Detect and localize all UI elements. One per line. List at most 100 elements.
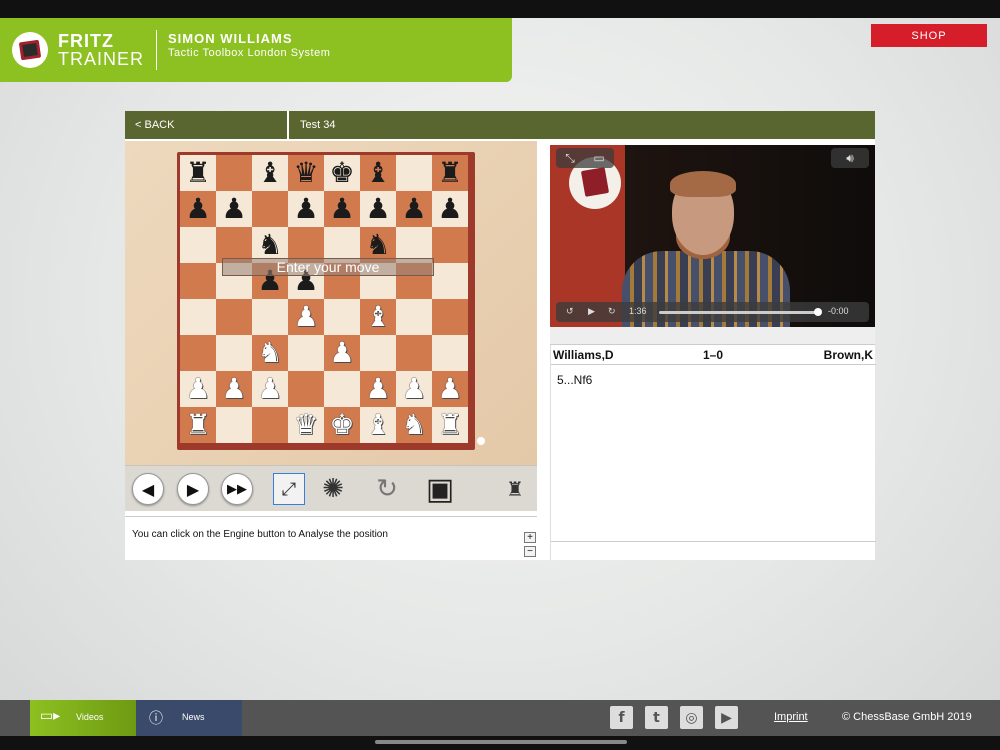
- square-d4[interactable]: ♟: [288, 299, 324, 335]
- square-b1[interactable]: [216, 407, 252, 443]
- black-knight-icon[interactable]: ♞: [365, 231, 390, 259]
- rewind-15-icon[interactable]: ↺: [566, 306, 574, 317]
- square-e2[interactable]: [324, 371, 360, 407]
- white-rook-icon[interactable]: ♜: [185, 411, 210, 439]
- back-arrow-button[interactable]: ◀: [132, 473, 164, 505]
- square-f3[interactable]: [360, 335, 396, 371]
- shop-button[interactable]: SHOP: [871, 24, 987, 47]
- square-e1[interactable]: ♚: [324, 407, 360, 443]
- white-pawn-icon[interactable]: ♟: [221, 375, 246, 403]
- square-a7[interactable]: ♟: [180, 191, 216, 227]
- square-c7[interactable]: [252, 191, 288, 227]
- square-g1[interactable]: ♞: [396, 407, 432, 443]
- white-pawn-icon[interactable]: ♟: [401, 375, 426, 403]
- white-pawn-icon[interactable]: ♟: [293, 303, 318, 331]
- white-bishop-icon[interactable]: ♝: [365, 411, 390, 439]
- zoom-in-button[interactable]: +: [524, 532, 536, 543]
- video-scrubber[interactable]: [659, 311, 821, 314]
- scrubber-thumb[interactable]: [813, 308, 822, 316]
- flip-board-button[interactable]: ↻: [371, 473, 403, 505]
- tab-news[interactable]: ⓘ News: [136, 700, 242, 736]
- square-h2[interactable]: ♟: [432, 371, 468, 407]
- square-a2[interactable]: ♟: [180, 371, 216, 407]
- white-queen-icon[interactable]: ♛: [293, 411, 318, 439]
- square-g3[interactable]: [396, 335, 432, 371]
- white-pawn-icon[interactable]: ♟: [257, 375, 282, 403]
- square-b8[interactable]: [216, 155, 252, 191]
- twitter-icon[interactable]: t: [645, 706, 668, 729]
- square-g8[interactable]: [396, 155, 432, 191]
- black-queen-icon[interactable]: ♛: [293, 159, 318, 187]
- square-h4[interactable]: [432, 299, 468, 335]
- square-b7[interactable]: ♟: [216, 191, 252, 227]
- engine-button[interactable]: ✺: [317, 473, 349, 505]
- square-b2[interactable]: ♟: [216, 371, 252, 407]
- square-g4[interactable]: [396, 299, 432, 335]
- forward-arrow-button[interactable]: ▶: [177, 473, 209, 505]
- save-button[interactable]: ▣: [424, 472, 456, 507]
- picture-in-picture-icon[interactable]: ▭: [593, 151, 604, 165]
- white-knight-icon[interactable]: ♞: [257, 339, 282, 367]
- square-a3[interactable]: [180, 335, 216, 371]
- black-bishop-icon[interactable]: ♝: [365, 159, 390, 187]
- back-button[interactable]: < BACK: [125, 111, 289, 139]
- black-knight-icon[interactable]: ♞: [257, 231, 282, 259]
- black-pawn-icon[interactable]: ♟: [185, 195, 210, 223]
- expand-icon[interactable]: ⤡: [565, 151, 575, 166]
- square-c2[interactable]: ♟: [252, 371, 288, 407]
- square-h3[interactable]: [432, 335, 468, 371]
- square-f2[interactable]: ♟: [360, 371, 396, 407]
- black-bishop-icon[interactable]: ♝: [257, 159, 282, 187]
- black-pawn-icon[interactable]: ♟: [329, 195, 354, 223]
- black-pawn-icon[interactable]: ♟: [293, 195, 318, 223]
- black-pawn-icon[interactable]: ♟: [437, 195, 462, 223]
- square-e7[interactable]: ♟: [324, 191, 360, 227]
- volume-button[interactable]: 🔊︎: [831, 148, 869, 168]
- white-pawn-icon[interactable]: ♟: [329, 339, 354, 367]
- black-pawn-icon[interactable]: ♟: [365, 195, 390, 223]
- video-player[interactable]: ⤡ ▭ 🔊︎ ↺ ▶ ↻ 1:36 -0:00: [550, 145, 875, 327]
- square-d2[interactable]: [288, 371, 324, 407]
- white-pawn-icon[interactable]: ♟: [437, 375, 462, 403]
- fast-forward-button[interactable]: ▶▶: [221, 473, 253, 505]
- square-f8[interactable]: ♝: [360, 155, 396, 191]
- square-c4[interactable]: [252, 299, 288, 335]
- forward-15-icon[interactable]: ↻: [608, 306, 616, 317]
- white-king-icon[interactable]: ♚: [329, 411, 354, 439]
- chess-board[interactable]: ♜ ♝ ♛ ♚ ♝ ♜ ♟ ♟ ♟ ♟ ♟ ♟ ♟ ♞ ♞ ♟ ♟ ♟ ♝ ♞ ♟ ♟ ♟ ♟ ♟ ♟ ♟ ♜ ♛ ♚ ♝ ♞ ♜: [180, 155, 468, 443]
- square-d7[interactable]: ♟: [288, 191, 324, 227]
- square-h1[interactable]: ♜: [432, 407, 468, 443]
- square-c1[interactable]: [252, 407, 288, 443]
- square-b4[interactable]: [216, 299, 252, 335]
- square-e8[interactable]: ♚: [324, 155, 360, 191]
- square-a5[interactable]: [180, 263, 216, 299]
- square-f4[interactable]: ♝: [360, 299, 396, 335]
- play-icon[interactable]: ▶: [588, 306, 595, 317]
- black-rook-icon[interactable]: ♜: [185, 159, 210, 187]
- square-h5[interactable]: [432, 263, 468, 299]
- square-h6[interactable]: [432, 227, 468, 263]
- white-pawn-icon[interactable]: ♟: [365, 375, 390, 403]
- square-c3[interactable]: ♞: [252, 335, 288, 371]
- instagram-icon[interactable]: ◎: [680, 706, 703, 729]
- square-c8[interactable]: ♝: [252, 155, 288, 191]
- square-f7[interactable]: ♟: [360, 191, 396, 227]
- square-h8[interactable]: ♜: [432, 155, 468, 191]
- zoom-out-button[interactable]: −: [524, 546, 536, 557]
- youtube-icon[interactable]: ▶: [715, 706, 738, 729]
- square-d8[interactable]: ♛: [288, 155, 324, 191]
- fullscreen-button[interactable]: ⤢: [273, 473, 305, 505]
- white-knight-icon[interactable]: ♞: [401, 411, 426, 439]
- square-a4[interactable]: [180, 299, 216, 335]
- move-list[interactable]: 5...Nf6: [557, 373, 592, 387]
- square-b3[interactable]: [216, 335, 252, 371]
- facebook-icon[interactable]: f: [610, 706, 633, 729]
- white-bishop-icon[interactable]: ♝: [365, 303, 390, 331]
- black-king-icon[interactable]: ♚: [329, 159, 354, 187]
- white-rook-icon[interactable]: ♜: [437, 411, 462, 439]
- square-g2[interactable]: ♟: [396, 371, 432, 407]
- black-pawn-icon[interactable]: ♟: [221, 195, 246, 223]
- square-f1[interactable]: ♝: [360, 407, 396, 443]
- square-a1[interactable]: ♜: [180, 407, 216, 443]
- square-a8[interactable]: ♜: [180, 155, 216, 191]
